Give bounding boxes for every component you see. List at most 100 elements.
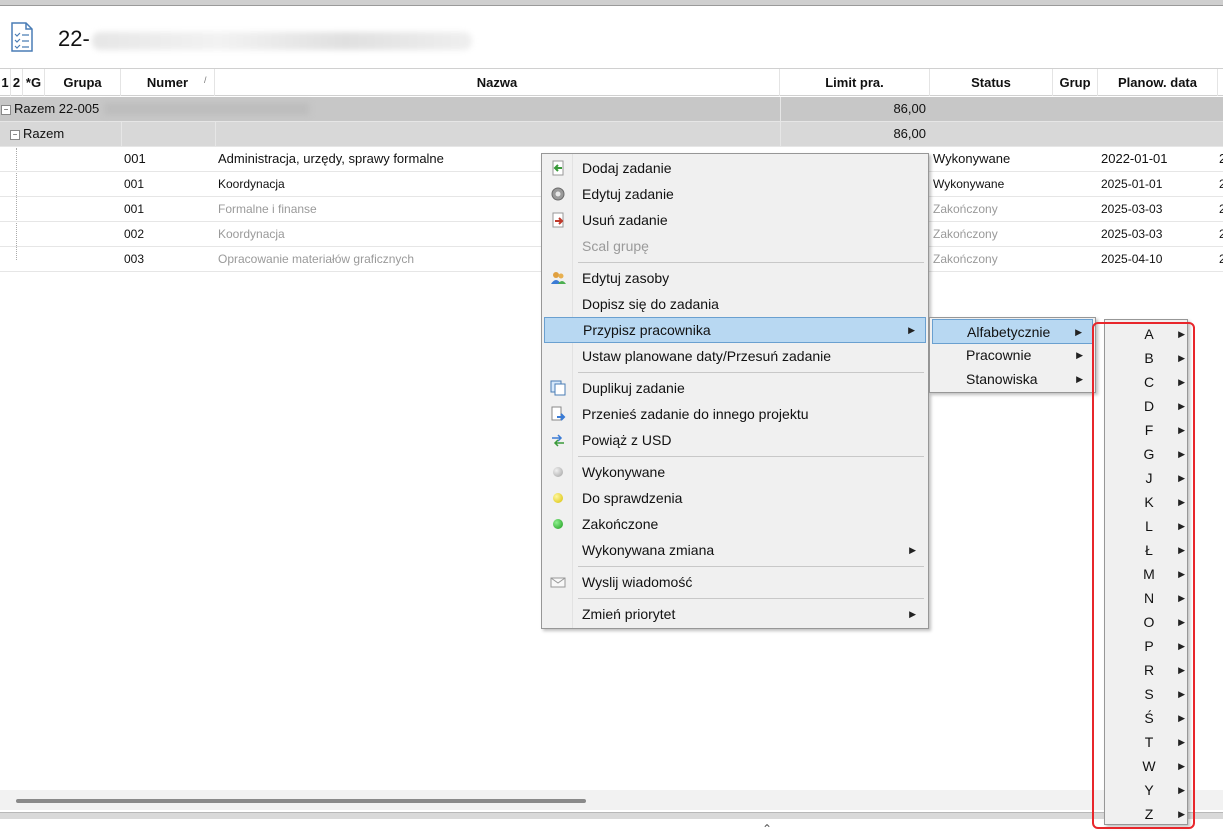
chevron-up-icon[interactable]: ⌃ (762, 822, 772, 836)
chevron-right-icon: ▶ (1075, 327, 1082, 337)
cell-numer: 001 (124, 151, 146, 166)
cell-status: Zakończony (933, 202, 998, 216)
group-spacer (215, 122, 780, 146)
cell-overflow: 2 (1219, 252, 1223, 266)
chevron-right-icon: ▶ (908, 325, 915, 335)
menu-item-usun-zadanie[interactable]: Usuń zadanie (544, 208, 926, 232)
cell-status: Zakończony (933, 252, 998, 266)
delete-task-icon (552, 212, 564, 228)
menu-item-scal-grupe[interactable]: Scal grupę (544, 234, 926, 258)
cell-nazwa: Formalne i finanse (218, 202, 317, 216)
column-header-status[interactable]: Status (930, 69, 1053, 96)
move-document-icon (551, 406, 566, 421)
redacted-group-text (104, 103, 309, 115)
window-top-border (0, 0, 1223, 6)
menu-separator (578, 598, 924, 599)
cell-numer: 001 (124, 177, 145, 191)
cell-planow-data: 2022-01-01 (1101, 151, 1168, 166)
menu-item-przypisz-pracownika[interactable]: Przypisz pracownika ▶ (544, 317, 926, 343)
chevron-right-icon: ▶ (909, 545, 916, 555)
checklist-document-icon (11, 22, 33, 52)
group-limit-value: 86,00 (780, 97, 930, 121)
collapse-icon[interactable]: − (10, 129, 20, 140)
menu-separator (578, 566, 924, 567)
cell-status: Zakończony (933, 227, 998, 241)
column-header-grupa[interactable]: Grupa (45, 69, 121, 96)
menu-item-status-do-sprawdzenia[interactable]: Do sprawdzenia (544, 486, 926, 510)
cell-overflow: 2 (1219, 227, 1223, 241)
cell-numer: 001 (124, 202, 145, 216)
menu-separator (578, 372, 924, 373)
chevron-right-icon: ▶ (1076, 350, 1083, 360)
submenu-item-pracownie[interactable]: Pracownie ▶ (932, 343, 1093, 367)
menu-item-wykonywana-zmiana[interactable]: Wykonywana zmiana ▶ (544, 538, 926, 562)
horizontal-scrollbar-thumb[interactable] (16, 799, 586, 803)
group-row-project[interactable]: − Razem 22-005 86,00 (0, 97, 1223, 122)
menu-item-zmien-priorytet[interactable]: Zmień priorytet ▶ (544, 602, 926, 626)
chevron-right-icon: ▶ (1076, 374, 1083, 384)
add-task-icon (552, 160, 564, 176)
cell-nazwa: Opracowanie materiałów graficznych (218, 252, 415, 266)
column-header-group-flag[interactable]: *G (23, 69, 45, 96)
menu-separator (578, 456, 924, 457)
chevron-right-icon: ▶ (909, 609, 916, 619)
cell-planow-data: 2025-03-03 (1101, 202, 1163, 216)
gear-icon (551, 187, 565, 201)
menu-item-duplikuj[interactable]: Duplikuj zadanie (544, 376, 926, 400)
menu-item-edytuj-zadanie[interactable]: Edytuj zadanie (544, 182, 926, 206)
menu-item-przenies[interactable]: Przenieś zadanie do innego projektu (544, 402, 926, 426)
cell-nazwa: Koordynacja (218, 177, 285, 191)
redacted-title-text (92, 32, 472, 50)
menu-item-status-wykonywane[interactable]: Wykonywane (544, 460, 926, 484)
submenu-item-alfabetycznie[interactable]: Alfabetycznie ▶ (932, 319, 1093, 344)
collapse-icon[interactable]: − (1, 104, 11, 115)
sort-indicator-icon: / (204, 75, 207, 85)
duplicate-icon (550, 380, 566, 396)
users-icon (551, 272, 566, 284)
column-header-nazwa[interactable]: Nazwa (215, 69, 780, 96)
menu-item-status-zakonczone[interactable]: Zakończone (544, 512, 926, 536)
menu-item-powiaz-usd[interactable]: Powiąż z USD (544, 428, 926, 452)
menu-item-edytuj-zasoby[interactable]: Edytuj zasoby (544, 266, 926, 290)
column-header-planow-data[interactable]: Planow. data (1098, 69, 1218, 96)
link-arrows-icon (552, 434, 564, 447)
column-header-level-1[interactable]: 1 (0, 69, 11, 96)
column-header-numer[interactable]: Numer (121, 69, 215, 96)
group-limit-value: 86,00 (780, 122, 930, 146)
menu-separator (578, 262, 924, 263)
cell-numer: 002 (124, 227, 145, 241)
column-header-grup[interactable]: Grup (1053, 69, 1098, 96)
menu-item-dopisz-sie[interactable]: Dopisz się do zadania (544, 292, 926, 316)
envelope-icon (550, 577, 566, 588)
cell-status: Wykonywane (933, 151, 1011, 166)
menu-item-ustaw-daty[interactable]: Ustaw planowane daty/Przesuń zadanie (544, 344, 926, 368)
cell-status: Wykonywane (933, 177, 1005, 191)
cell-overflow: 2 (1219, 177, 1223, 191)
submenu-item-stanowiska[interactable]: Stanowiska ▶ (932, 367, 1093, 391)
cell-nazwa: Koordynacja (218, 227, 285, 241)
cell-planow-data: 2025-04-10 (1101, 252, 1163, 266)
annotation-highlight-frame (1092, 322, 1195, 829)
context-menu: Dodaj zadanie Edytuj zadanie Usuń zadani… (541, 153, 929, 629)
page-header: 22- (0, 8, 1223, 66)
group-row-total[interactable]: − Razem 86,00 (0, 122, 1223, 147)
gray-dot-icon (553, 467, 563, 477)
column-header-limit[interactable]: Limit pra. (780, 69, 930, 96)
panel-splitter[interactable] (0, 812, 1223, 819)
cell-planow-data: 2025-03-03 (1101, 227, 1163, 241)
yellow-dot-icon (553, 493, 563, 503)
cell-planow-data: 2025-01-01 (1101, 177, 1163, 191)
cell-numer: 003 (124, 252, 145, 266)
grid-header: 1 2 *G Grupa Numer / Nazwa Limit pra. St… (0, 68, 1223, 96)
column-header-level-2[interactable]: 2 (11, 69, 23, 96)
cell-nazwa: Administracja, urzędy, sprawy formalne (218, 151, 444, 166)
group-spacer (121, 122, 215, 146)
menu-item-dodaj-zadanie[interactable]: Dodaj zadanie (544, 156, 926, 180)
assign-submenu: Alfabetycznie ▶ Pracownie ▶ Stanowiska ▶ (929, 317, 1096, 393)
green-dot-icon (553, 519, 563, 529)
menu-item-wyslij-wiadomosc[interactable]: Wyslij wiadomość (544, 570, 926, 594)
group-label: − Razem (10, 122, 120, 146)
cell-overflow: 2 (1219, 202, 1223, 216)
cell-overflow: 2 (1219, 151, 1223, 166)
page-title: 22- (58, 26, 90, 51)
